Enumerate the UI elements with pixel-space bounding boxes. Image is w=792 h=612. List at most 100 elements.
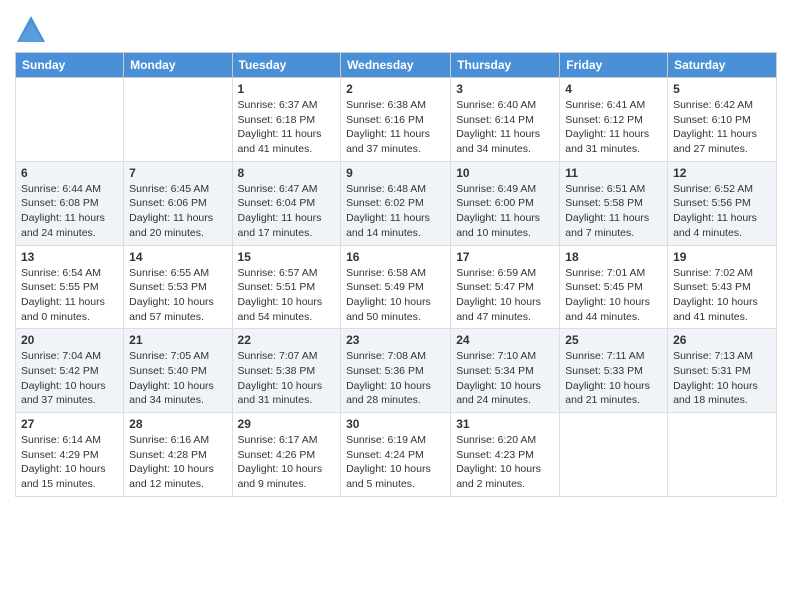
day-number: 24	[456, 333, 554, 347]
day-info: Sunrise: 7:10 AM Sunset: 5:34 PM Dayligh…	[456, 349, 554, 408]
calendar-cell: 19 Sunrise: 7:02 AM Sunset: 5:43 PM Dayli…	[668, 245, 777, 329]
day-number: 31	[456, 417, 554, 431]
day-number: 18	[565, 250, 662, 264]
day-number: 10	[456, 166, 554, 180]
day-number: 13	[21, 250, 118, 264]
calendar-cell: 15 Sunrise: 6:57 AM Sunset: 5:51 PM Dayli…	[232, 245, 341, 329]
calendar-cell: 27Sunrise: 6:14 AM Sunset: 4:29 PM Dayli…	[16, 413, 124, 497]
calendar-cell	[560, 413, 668, 497]
calendar-cell: 12 Sunrise: 6:52 AM Sunset: 5:56 PM Dayli…	[668, 161, 777, 245]
calendar-week-row: 6 Sunrise: 6:44 AM Sunset: 6:08 PM Daylig…	[16, 161, 777, 245]
day-info: Sunrise: 7:08 AM Sunset: 5:36 PM Dayligh…	[346, 349, 445, 408]
day-info: Sunrise: 6:52 AM Sunset: 5:56 PM Dayligh…	[673, 182, 771, 241]
weekday-header-monday: Monday	[124, 53, 232, 78]
calendar-cell: 22 Sunrise: 7:07 AM Sunset: 5:38 PM Dayli…	[232, 329, 341, 413]
calendar-table: SundayMondayTuesdayWednesdayThursdayFrid…	[15, 52, 777, 497]
day-info: Sunrise: 6:38 AM Sunset: 6:16 PM Dayligh…	[346, 98, 445, 157]
day-info: Sunrise: 6:42 AM Sunset: 6:10 PM Dayligh…	[673, 98, 771, 157]
calendar-cell: 28 Sunrise: 6:16 AM Sunset: 4:28 PM Dayli…	[124, 413, 232, 497]
day-number: 21	[129, 333, 226, 347]
calendar-week-row: 1 Sunrise: 6:37 AM Sunset: 6:18 PM Daylig…	[16, 78, 777, 162]
day-info: Sunrise: 6:16 AM Sunset: 4:28 PM Dayligh…	[129, 433, 226, 492]
day-number: 16	[346, 250, 445, 264]
calendar-cell	[668, 413, 777, 497]
calendar-cell: 25 Sunrise: 7:11 AM Sunset: 5:33 PM Dayli…	[560, 329, 668, 413]
day-info: Sunrise: 6:49 AM Sunset: 6:00 PM Dayligh…	[456, 182, 554, 241]
day-number: 9	[346, 166, 445, 180]
weekday-header-wednesday: Wednesday	[341, 53, 451, 78]
calendar-cell: 6 Sunrise: 6:44 AM Sunset: 6:08 PM Daylig…	[16, 161, 124, 245]
calendar-cell: 24 Sunrise: 7:10 AM Sunset: 5:34 PM Dayli…	[451, 329, 560, 413]
weekday-header-sunday: Sunday	[16, 53, 124, 78]
calendar-week-row: 13 Sunrise: 6:54 AM Sunset: 5:55 PM Dayli…	[16, 245, 777, 329]
day-info: Sunrise: 7:02 AM Sunset: 5:43 PM Dayligh…	[673, 266, 771, 325]
day-number: 15	[238, 250, 336, 264]
day-info: Sunrise: 6:57 AM Sunset: 5:51 PM Dayligh…	[238, 266, 336, 325]
calendar-cell: 30Sunrise: 6:19 AM Sunset: 4:24 PM Dayli…	[341, 413, 451, 497]
calendar-cell: 4Sunrise: 6:41 AM Sunset: 6:12 PM Daylig…	[560, 78, 668, 162]
day-info: Sunrise: 7:01 AM Sunset: 5:45 PM Dayligh…	[565, 266, 662, 325]
day-info: Sunrise: 6:55 AM Sunset: 5:53 PM Dayligh…	[129, 266, 226, 325]
calendar-week-row: 20 Sunrise: 7:04 AM Sunset: 5:42 PM Dayli…	[16, 329, 777, 413]
day-info: Sunrise: 7:11 AM Sunset: 5:33 PM Dayligh…	[565, 349, 662, 408]
calendar-cell: 9 Sunrise: 6:48 AM Sunset: 6:02 PM Daylig…	[341, 161, 451, 245]
weekday-header-tuesday: Tuesday	[232, 53, 341, 78]
day-number: 7	[129, 166, 226, 180]
calendar-cell: 20 Sunrise: 7:04 AM Sunset: 5:42 PM Dayli…	[16, 329, 124, 413]
day-info: Sunrise: 6:17 AM Sunset: 4:26 PM Dayligh…	[238, 433, 336, 492]
weekday-header-friday: Friday	[560, 53, 668, 78]
calendar-cell: 17 Sunrise: 6:59 AM Sunset: 5:47 PM Dayli…	[451, 245, 560, 329]
calendar-week-row: 27Sunrise: 6:14 AM Sunset: 4:29 PM Dayli…	[16, 413, 777, 497]
day-number: 28	[129, 417, 226, 431]
calendar-cell: 5 Sunrise: 6:42 AM Sunset: 6:10 PM Daylig…	[668, 78, 777, 162]
calendar-cell: 7 Sunrise: 6:45 AM Sunset: 6:06 PM Daylig…	[124, 161, 232, 245]
day-info: Sunrise: 6:51 AM Sunset: 5:58 PM Dayligh…	[565, 182, 662, 241]
day-info: Sunrise: 6:14 AM Sunset: 4:29 PM Dayligh…	[21, 433, 118, 492]
day-info: Sunrise: 7:04 AM Sunset: 5:42 PM Dayligh…	[21, 349, 118, 408]
day-number: 22	[238, 333, 336, 347]
day-info: Sunrise: 6:47 AM Sunset: 6:04 PM Dayligh…	[238, 182, 336, 241]
day-number: 2	[346, 82, 445, 96]
calendar-cell	[124, 78, 232, 162]
day-info: Sunrise: 6:59 AM Sunset: 5:47 PM Dayligh…	[456, 266, 554, 325]
day-number: 30	[346, 417, 445, 431]
page-header	[15, 10, 777, 46]
calendar-cell: 29Sunrise: 6:17 AM Sunset: 4:26 PM Dayli…	[232, 413, 341, 497]
day-number: 5	[673, 82, 771, 96]
calendar-cell: 18 Sunrise: 7:01 AM Sunset: 5:45 PM Dayli…	[560, 245, 668, 329]
day-info: Sunrise: 7:07 AM Sunset: 5:38 PM Dayligh…	[238, 349, 336, 408]
calendar-cell: 10 Sunrise: 6:49 AM Sunset: 6:00 PM Dayli…	[451, 161, 560, 245]
calendar-cell: 23 Sunrise: 7:08 AM Sunset: 5:36 PM Dayli…	[341, 329, 451, 413]
day-number: 20	[21, 333, 118, 347]
day-info: Sunrise: 6:54 AM Sunset: 5:55 PM Dayligh…	[21, 266, 118, 325]
day-number: 14	[129, 250, 226, 264]
calendar-cell: 2 Sunrise: 6:38 AM Sunset: 6:16 PM Daylig…	[341, 78, 451, 162]
day-number: 6	[21, 166, 118, 180]
day-number: 4	[565, 82, 662, 96]
calendar-cell: 3Sunrise: 6:40 AM Sunset: 6:14 PM Daylig…	[451, 78, 560, 162]
calendar-cell: 8 Sunrise: 6:47 AM Sunset: 6:04 PM Daylig…	[232, 161, 341, 245]
calendar-cell: 16Sunrise: 6:58 AM Sunset: 5:49 PM Dayli…	[341, 245, 451, 329]
day-number: 12	[673, 166, 771, 180]
day-number: 25	[565, 333, 662, 347]
day-number: 1	[238, 82, 336, 96]
day-info: Sunrise: 6:48 AM Sunset: 6:02 PM Dayligh…	[346, 182, 445, 241]
day-number: 17	[456, 250, 554, 264]
calendar-cell	[16, 78, 124, 162]
day-number: 26	[673, 333, 771, 347]
logo	[15, 14, 51, 46]
day-number: 19	[673, 250, 771, 264]
day-number: 8	[238, 166, 336, 180]
calendar-cell: 21Sunrise: 7:05 AM Sunset: 5:40 PM Dayli…	[124, 329, 232, 413]
day-info: Sunrise: 6:40 AM Sunset: 6:14 PM Dayligh…	[456, 98, 554, 157]
calendar-cell: 31 Sunrise: 6:20 AM Sunset: 4:23 PM Dayli…	[451, 413, 560, 497]
calendar-cell: 11Sunrise: 6:51 AM Sunset: 5:58 PM Dayli…	[560, 161, 668, 245]
day-info: Sunrise: 6:20 AM Sunset: 4:23 PM Dayligh…	[456, 433, 554, 492]
day-info: Sunrise: 6:45 AM Sunset: 6:06 PM Dayligh…	[129, 182, 226, 241]
weekday-header-row: SundayMondayTuesdayWednesdayThursdayFrid…	[16, 53, 777, 78]
day-info: Sunrise: 7:13 AM Sunset: 5:31 PM Dayligh…	[673, 349, 771, 408]
day-info: Sunrise: 6:37 AM Sunset: 6:18 PM Dayligh…	[238, 98, 336, 157]
day-number: 23	[346, 333, 445, 347]
calendar-cell: 13 Sunrise: 6:54 AM Sunset: 5:55 PM Dayli…	[16, 245, 124, 329]
day-info: Sunrise: 6:44 AM Sunset: 6:08 PM Dayligh…	[21, 182, 118, 241]
